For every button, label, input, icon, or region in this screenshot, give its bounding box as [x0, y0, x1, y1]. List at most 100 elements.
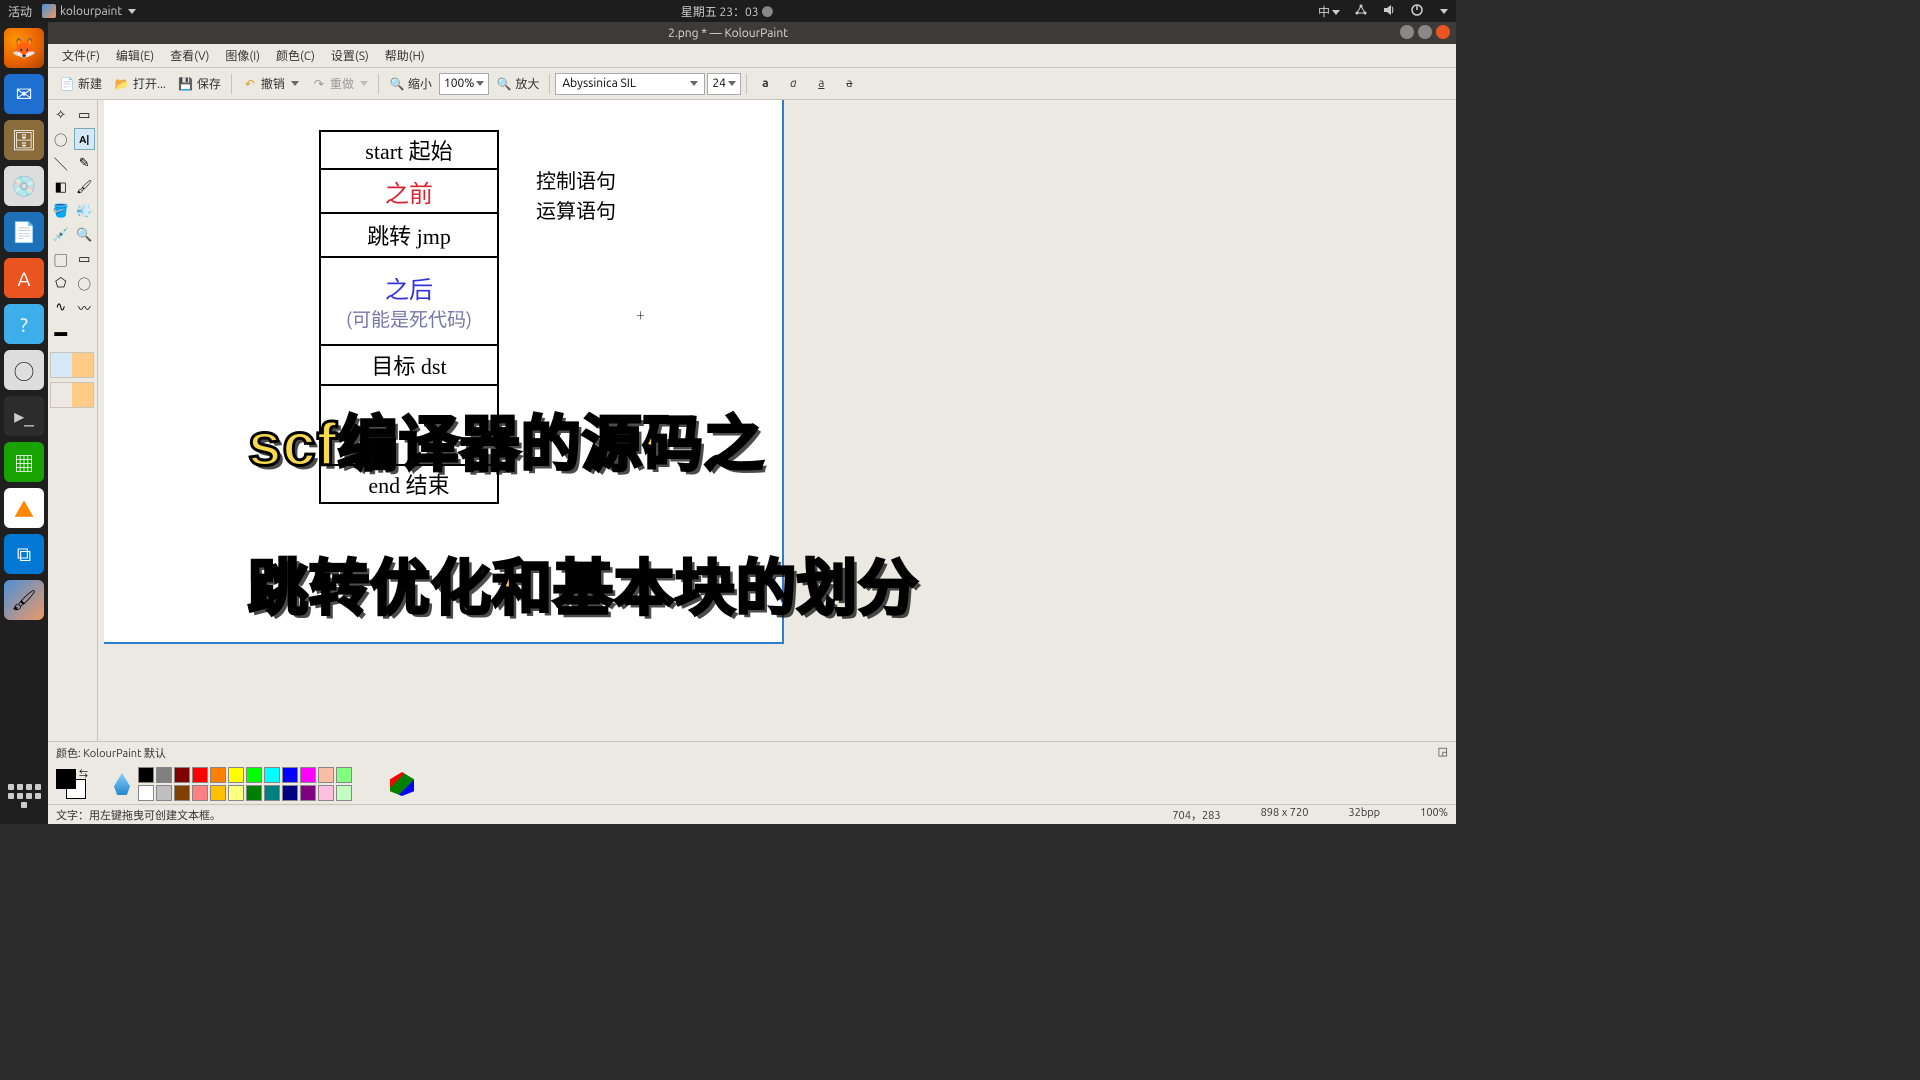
save-button[interactable]: 💾保存 — [173, 73, 226, 94]
tool-eraser[interactable]: ◧ — [50, 176, 72, 198]
menu-bar: 文件(F) 编辑(E) 查看(V) 图像(I) 颜色(C) 设置(S) 帮助(H… — [48, 44, 1456, 68]
color-swatch[interactable] — [318, 767, 334, 783]
color-swatch[interactable] — [192, 785, 208, 801]
close-button[interactable] — [1436, 25, 1450, 39]
system-menu-chevron-icon[interactable] — [1440, 9, 1448, 14]
app-menu[interactable]: kolourpaint — [42, 4, 136, 18]
dock-writer[interactable]: 📄 — [4, 212, 44, 252]
tool-picker[interactable]: 💉 — [50, 224, 72, 246]
new-button[interactable]: 📄新建 — [54, 73, 107, 94]
color-swatch[interactable] — [228, 767, 244, 783]
color-swatch[interactable] — [210, 767, 226, 783]
dock-help[interactable]: ? — [4, 304, 44, 344]
color-swatch[interactable] — [336, 767, 352, 783]
network-icon[interactable] — [1354, 3, 1368, 20]
color-swatch[interactable] — [246, 767, 262, 783]
menu-file[interactable]: 文件(F) — [54, 47, 108, 64]
tool-polygon[interactable]: ⬠ — [50, 272, 72, 294]
minimize-button[interactable] — [1400, 25, 1414, 39]
open-button[interactable]: 📂打开... — [109, 73, 171, 94]
menu-help[interactable]: 帮助(H) — [377, 47, 433, 64]
dock-software[interactable]: A — [4, 258, 44, 298]
color-swatch[interactable] — [174, 785, 190, 801]
dock-kolourpaint[interactable]: 🖌 — [4, 580, 44, 620]
dock-firefox[interactable]: 🦊 — [4, 28, 44, 68]
tool-polyline[interactable]: ∿ — [50, 296, 72, 318]
color-swatch[interactable] — [282, 767, 298, 783]
dock-calc[interactable]: ▦ — [4, 442, 44, 482]
window-title-bar: 2.png * — KolourPaint — [0, 22, 1456, 44]
fg-color[interactable] — [56, 769, 76, 789]
dock-files[interactable]: 🗄 — [4, 120, 44, 160]
maximize-button[interactable] — [1418, 25, 1432, 39]
color-swatch[interactable] — [192, 767, 208, 783]
color-swatch[interactable] — [156, 767, 172, 783]
text-opaque-option[interactable] — [50, 352, 94, 378]
color-swatch[interactable] — [264, 785, 280, 801]
dock-rhythmbox[interactable]: 💿 — [4, 166, 44, 206]
color-swatch[interactable] — [210, 785, 226, 801]
tool-brush[interactable]: 🖌 — [74, 176, 96, 198]
color-swatch[interactable] — [318, 785, 334, 801]
volume-icon[interactable] — [1382, 3, 1396, 20]
color-swatch[interactable] — [228, 785, 244, 801]
dock-terminal[interactable]: ▸_ — [4, 396, 44, 436]
tool-line[interactable]: ╲ — [50, 152, 72, 174]
menu-view[interactable]: 查看(V) — [162, 47, 217, 64]
input-method[interactable]: 中 — [1318, 3, 1340, 20]
font-select[interactable]: Abyssinica SIL — [555, 73, 705, 95]
dock-vscode[interactable]: ⧉ — [4, 534, 44, 574]
activities-button[interactable]: 活动 — [8, 3, 32, 20]
color-swatch[interactable] — [138, 785, 154, 801]
tool-rect-select[interactable]: ▭ — [74, 104, 96, 126]
zoom-select[interactable]: 100% — [439, 73, 489, 95]
menu-edit[interactable]: 编辑(E) — [108, 47, 162, 64]
tool-freeform-select[interactable]: ✧ — [50, 104, 72, 126]
redo-button[interactable]: ↷重做 — [306, 73, 373, 94]
color-swatch[interactable] — [300, 767, 316, 783]
tool-roundrect[interactable]: ▢ — [50, 248, 72, 270]
menu-color[interactable]: 颜色(C) — [268, 47, 323, 64]
tool-ellipse[interactable]: ◯ — [74, 272, 96, 294]
color-expand-icon[interactable]: ◲ — [1438, 745, 1448, 761]
color-swatch[interactable] — [300, 785, 316, 801]
color-cube-icon[interactable] — [390, 772, 414, 796]
color-swatch[interactable] — [282, 785, 298, 801]
tool-spray[interactable]: 💨 — [74, 200, 96, 222]
undo-button[interactable]: ↶撤销 — [237, 73, 304, 94]
zoom-out-button[interactable]: 🔍缩小 — [384, 73, 437, 94]
tool-color-eraser[interactable]: ▬ — [50, 320, 72, 342]
menu-image[interactable]: 图像(I) — [217, 47, 268, 64]
tool-curve[interactable]: 〰 — [74, 296, 96, 318]
dock-show-apps[interactable] — [4, 776, 44, 816]
tool-pen[interactable]: ✎ — [74, 152, 96, 174]
tool-zoom[interactable]: 🔍 — [74, 224, 96, 246]
zoom-in-button[interactable]: 🔍放大 — [491, 73, 544, 94]
clock[interactable]: 星期五 23：03 — [681, 6, 759, 19]
tool-ellipse-select[interactable]: ◯ — [50, 128, 72, 150]
tool-text[interactable]: A| — [74, 128, 96, 150]
swap-colors-icon[interactable]: ⇆ — [79, 767, 88, 780]
color-swatch[interactable] — [246, 785, 262, 801]
font-size-select[interactable]: 24 — [707, 73, 741, 95]
dock-thunderbird[interactable]: ✉ — [4, 74, 44, 114]
color-swatch[interactable] — [336, 785, 352, 801]
color-swatch[interactable] — [174, 767, 190, 783]
menu-settings[interactable]: 设置(S) — [323, 47, 377, 64]
color-swatch[interactable] — [156, 785, 172, 801]
canvas-viewport[interactable]: start 起始 之前 跳转 jmp 之后 (可能是死代码) 目标 dst en… — [98, 100, 1456, 741]
strike-button[interactable]: a — [836, 74, 862, 94]
bold-button[interactable]: a — [752, 74, 778, 94]
color-swatch[interactable] — [264, 767, 280, 783]
dock-vlc[interactable]: ▲ — [4, 488, 44, 528]
transparency-icon[interactable] — [114, 773, 130, 795]
color-swatch[interactable] — [138, 767, 154, 783]
fg-bg-swatch[interactable]: ⇆ — [56, 769, 86, 799]
text-transparent-option[interactable] — [50, 382, 94, 408]
tool-fill[interactable]: 🪣 — [50, 200, 72, 222]
underline-button[interactable]: a — [808, 74, 834, 94]
tool-rect[interactable]: ▭ — [74, 248, 96, 270]
power-icon[interactable] — [1410, 3, 1424, 20]
italic-button[interactable]: a — [780, 74, 806, 94]
dock-chromium[interactable]: ◯ — [4, 350, 44, 390]
